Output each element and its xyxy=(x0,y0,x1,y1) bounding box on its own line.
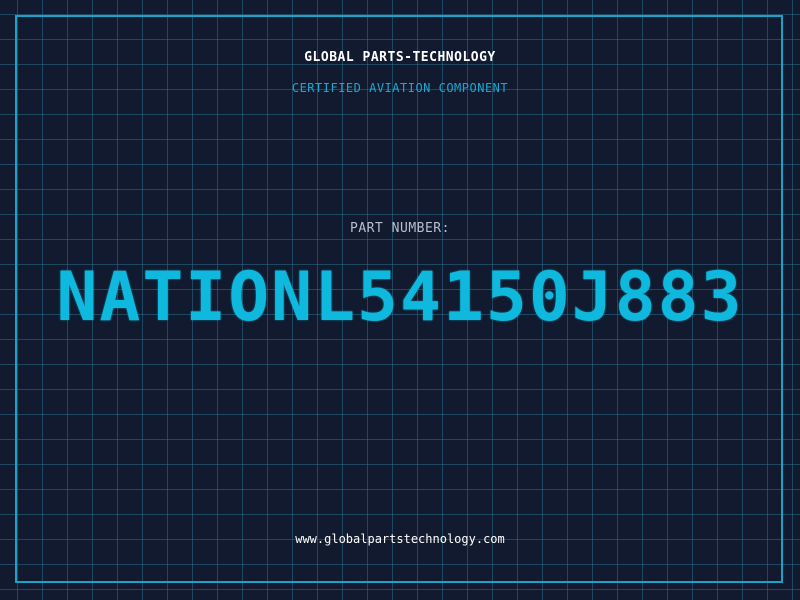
part-number-value: NATIONL54150J883 xyxy=(56,258,744,337)
company-name: GLOBAL PARTS-TECHNOLOGY xyxy=(304,50,496,65)
company-tagline: CERTIFIED AVIATION COMPONENT xyxy=(291,81,509,95)
website-url: www.globalpartstechnology.com xyxy=(295,532,505,546)
part-number-label: PART NUMBER: xyxy=(350,221,450,236)
